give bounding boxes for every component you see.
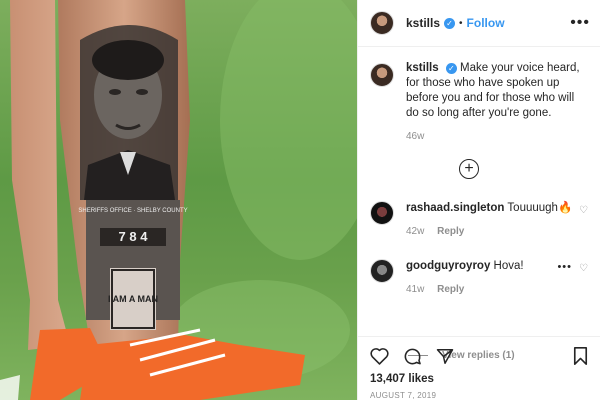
caption-age: 46w xyxy=(406,131,425,142)
bookmark-icon[interactable] xyxy=(573,347,588,365)
instagram-post: SHERIFFS OFFICE · SHELBY COUNTY 7 8 4 I … xyxy=(0,0,600,400)
comment-options-icon[interactable]: ••• xyxy=(557,261,572,273)
verified-badge-icon: ✓ xyxy=(444,17,456,29)
commenter-username[interactable]: rashaad.singleton xyxy=(406,202,504,214)
comment-text: Hova! xyxy=(493,260,524,272)
comment-age: 42w xyxy=(406,226,425,237)
tattoo-plate-number: 7 8 4 xyxy=(119,229,149,244)
comments-section: kstills ✓ Make your voice heard, for tho… xyxy=(358,47,600,361)
commenter-username[interactable]: goodguyroyroy xyxy=(406,260,490,272)
caption-avatar[interactable] xyxy=(370,63,394,87)
like-heart-icon[interactable] xyxy=(370,347,389,365)
post-details-panel: kstills ✓ • Follow ••• kstills ✓ Make yo… xyxy=(357,0,600,400)
post-header: kstills ✓ • Follow ••• xyxy=(358,0,600,47)
tattoo-artwork: SHERIFFS OFFICE · SHELBY COUNTY 7 8 4 I … xyxy=(78,25,188,330)
post-date: AUGUST 7, 2019 xyxy=(370,391,437,400)
comment: goodguyroyroy Hova! 41w Reply ••• ♡ xyxy=(370,259,592,297)
post-actions: 13,407 likes AUGUST 7, 2019 xyxy=(358,336,600,400)
header-separator: • xyxy=(459,17,463,29)
comment-age: 41w xyxy=(406,284,425,295)
comment-like-heart-icon[interactable]: ♡ xyxy=(579,205,588,216)
action-icons xyxy=(370,345,588,367)
comment-meta: 42w Reply xyxy=(406,224,592,239)
caption-username[interactable]: kstills xyxy=(406,62,439,74)
comment-meta: 41w Reply xyxy=(406,282,592,297)
tattoo-plate-text: SHERIFFS OFFICE · SHELBY COUNTY xyxy=(78,208,187,214)
share-send-icon[interactable] xyxy=(436,348,454,365)
author-username[interactable]: kstills xyxy=(406,16,440,30)
post-photo[interactable]: SHERIFFS OFFICE · SHELBY COUNTY 7 8 4 I … xyxy=(0,0,357,400)
follow-button[interactable]: Follow xyxy=(467,16,505,30)
comment-like-heart-icon[interactable]: ♡ xyxy=(579,263,588,274)
verified-badge-icon: ✓ xyxy=(445,63,457,74)
caption-body: kstills ✓ Make your voice heard, for tho… xyxy=(406,61,588,144)
commenter-avatar[interactable] xyxy=(370,201,394,225)
tattoo-leg-photo: SHERIFFS OFFICE · SHELBY COUNTY 7 8 4 I … xyxy=(0,0,357,400)
author-avatar[interactable] xyxy=(370,11,394,35)
comment-body: rashaad.singleton Touuuugh🔥 42w Reply xyxy=(406,201,592,239)
comment-bubble-icon[interactable] xyxy=(403,347,422,366)
likes-count[interactable]: 13,407 likes xyxy=(370,373,588,385)
caption: kstills ✓ Make your voice heard, for tho… xyxy=(370,61,588,144)
reply-button[interactable]: Reply xyxy=(437,226,464,237)
tattoo-sign-text: I AM A MAN xyxy=(108,294,158,304)
more-options-icon[interactable]: ••• xyxy=(570,15,590,31)
comment: rashaad.singleton Touuuugh🔥 42w Reply ♡ xyxy=(370,201,592,239)
reply-button[interactable]: Reply xyxy=(437,284,464,295)
commenter-avatar[interactable] xyxy=(370,259,394,283)
load-more-comments-icon[interactable]: + xyxy=(459,159,479,179)
comment-text: Touuuugh🔥 xyxy=(507,202,573,214)
